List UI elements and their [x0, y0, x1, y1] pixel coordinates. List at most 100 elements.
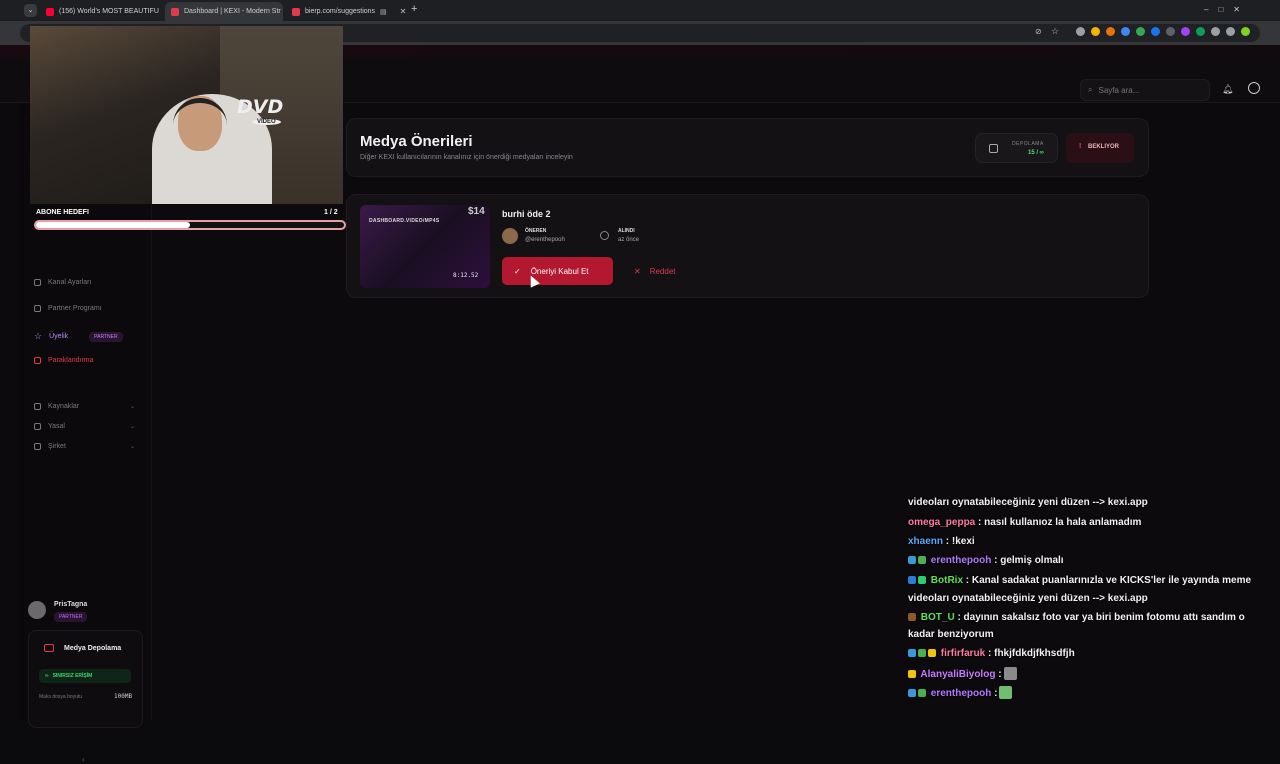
- sidebar-section-resources[interactable]: Kaynaklar: [34, 403, 79, 410]
- chat-badge-icon: [908, 649, 916, 657]
- chat-message: videoları oynatabileceğiniz yeni düzen -…: [908, 497, 1148, 508]
- extension-icon[interactable]: [1166, 27, 1175, 36]
- chat-badge-icon: [918, 689, 926, 697]
- extension-icon[interactable]: [1121, 27, 1130, 36]
- extension-icon[interactable]: [1136, 27, 1145, 36]
- avatar[interactable]: [28, 601, 46, 619]
- media-suggestions-header-card: Medya Önerileri Diğer KEXI kullanıcıları…: [346, 118, 1149, 177]
- search-placeholder: Sayfa ara...: [1098, 85, 1140, 95]
- suggester-label: ÖNEREN: [525, 228, 547, 234]
- reject-label: Reddet: [649, 266, 676, 276]
- media-storage-card: Medya Depolama ∞ SINIRSIZ ERİŞİM Maks do…: [28, 630, 143, 728]
- sidebar-item-channel-settings[interactable]: Kanal Ayarları: [34, 279, 91, 286]
- extension-icon[interactable]: [1181, 27, 1190, 36]
- check-icon: ✓: [514, 266, 521, 276]
- sidebar-item-label: Kanal Ayarları: [48, 279, 92, 286]
- database-icon: [989, 144, 998, 153]
- received-value: az önce: [618, 237, 640, 243]
- tab-title: Dashboard | KEXI - Modern Str: [184, 8, 281, 15]
- partner-badge: PARTNER: [89, 331, 123, 342]
- building-icon: [34, 443, 41, 450]
- chat-username[interactable]: AlanyaliBiyolog: [918, 669, 995, 680]
- alert-icon: !: [1079, 143, 1082, 150]
- chat-username[interactable]: firfirfaruk: [938, 648, 985, 659]
- tab-search-icon[interactable]: ⌄: [24, 4, 37, 17]
- bell-icon[interactable]: 🔔︎: [1222, 84, 1233, 95]
- close-tab-icon[interactable]: ✕: [400, 7, 406, 16]
- sidebar-section-label: Kaynaklar: [48, 403, 80, 410]
- sub-goal-progress-fill: [36, 222, 190, 228]
- thumbnail-label: DASHBOARD.VIDEO/MP4S: [369, 218, 440, 224]
- browser-tab-suggestions[interactable]: bierp.com/suggestions ▤ ✕: [286, 2, 406, 21]
- sidebar-item-monetization[interactable]: Paraklandırma: [34, 357, 94, 364]
- dvd-logo-sub: VIDEO: [252, 119, 281, 125]
- chat-badge-icon: [908, 689, 916, 697]
- chat-username[interactable]: omega_peppa: [908, 517, 975, 528]
- page-title: Medya Önerileri: [360, 133, 473, 150]
- extension-icon[interactable]: [1211, 27, 1220, 36]
- thumbnail-number: $14: [468, 206, 485, 217]
- accept-label: Öneriyi Kabul Et: [530, 266, 589, 276]
- extension-icon[interactable]: [1241, 27, 1250, 36]
- chevron-down-icon[interactable]: ⌄: [130, 403, 135, 410]
- sidebar-section-legal[interactable]: Yasal: [34, 423, 65, 430]
- pending-filter-button[interactable]: ! BEKLIYOR: [1066, 133, 1134, 163]
- chat-username[interactable]: erenthepooh: [928, 688, 992, 699]
- chat-message: erenthepooh : gelmiş olmalı: [908, 555, 1064, 566]
- chat-badge-icon: [918, 649, 926, 657]
- pending-label: BEKLIYOR: [1088, 144, 1120, 150]
- sub-goal-label: ABONE HEDEFI: [36, 209, 89, 216]
- sidebar-section-company[interactable]: Şirket: [34, 443, 66, 450]
- search-input[interactable]: ⌕ Sayfa ara...: [1080, 79, 1210, 101]
- sidebar-item-label: Partner Programı: [48, 305, 102, 312]
- unlimited-access-badge: ∞ SINIRSIZ ERİŞİM: [39, 669, 131, 683]
- avatar: [502, 228, 518, 244]
- extension-icon[interactable]: [1226, 27, 1235, 36]
- chat-badge-icon: [908, 556, 916, 564]
- star-icon: ☆: [34, 331, 43, 341]
- max-size-label: Maks dosya boyutu: [39, 694, 83, 700]
- chat-badge-icon: [918, 576, 926, 584]
- tab-title: bierp.com/suggestions: [305, 8, 376, 15]
- trophy-icon: [34, 305, 41, 312]
- chat-username[interactable]: xhaenn: [908, 536, 943, 547]
- browser-tab-youtube[interactable]: (156) World's MOST BEAUTIFU ✕: [40, 2, 160, 21]
- suggestion-card: DASHBOARD.VIDEO/MP4S $14 8:12.52 burhi ö…: [346, 194, 1149, 298]
- chat-username[interactable]: BotRix: [928, 575, 963, 586]
- window-controls[interactable]: –□✕: [1204, 5, 1264, 14]
- star-icon[interactable]: ☆: [1051, 26, 1059, 37]
- suggester-name: @erenthepooh: [525, 237, 565, 243]
- eye-off-icon[interactable]: ⊘: [1035, 27, 1042, 36]
- storage-icon: [44, 644, 54, 652]
- chat-text: videoları oynatabileceğiniz yeni düzen -…: [908, 593, 1148, 604]
- max-size-value: 100MB: [114, 693, 133, 700]
- video-duration: 8:12.52: [453, 272, 479, 279]
- extension-icon[interactable]: [1076, 27, 1085, 36]
- extension-icon[interactable]: [1151, 27, 1160, 36]
- extension-icon[interactable]: [1106, 27, 1115, 36]
- unlimited-label: SINIRSIZ ERİŞİM: [52, 673, 93, 679]
- accept-suggestion-button[interactable]: ✓ Öneriyi Kabul Et: [502, 257, 613, 285]
- chat-username[interactable]: BOT_U: [918, 612, 955, 623]
- chat-badge-icon: [918, 556, 926, 564]
- globe-icon[interactable]: [1248, 82, 1260, 94]
- extension-icon[interactable]: [1091, 27, 1100, 36]
- sidebar-item-membership[interactable]: ☆ Üyelik PARTNER: [34, 331, 123, 342]
- chevron-down-icon[interactable]: ⌄: [130, 423, 135, 430]
- chevron-down-icon[interactable]: ⌄: [130, 443, 135, 450]
- reject-button[interactable]: ✕ Reddet: [634, 257, 704, 285]
- audio-icon[interactable]: ▤: [380, 8, 387, 16]
- new-tab-button[interactable]: +: [411, 3, 417, 15]
- sidebar-item-partner-program[interactable]: Partner Programı: [34, 305, 102, 312]
- chat-username[interactable]: erenthepooh: [928, 555, 992, 566]
- tab-title: (156) World's MOST BEAUTIFU: [59, 8, 159, 15]
- video-title: burhi öde 2: [502, 209, 551, 219]
- video-thumbnail[interactable]: DASHBOARD.VIDEO/MP4S $14 8:12.52: [360, 205, 490, 288]
- storage-stat-value: 15 / ∞: [1028, 150, 1044, 156]
- collapse-sidebar-icon[interactable]: ‹: [82, 755, 85, 764]
- browser-tab-dashboard[interactable]: Dashboard | KEXI - Modern Str ✕: [165, 2, 283, 21]
- extension-icon[interactable]: [1196, 27, 1205, 36]
- sub-goal-progress-bar: [34, 220, 346, 230]
- chat-text: : gelmiş olmalı: [991, 555, 1064, 566]
- chat-message: BOT_U : dayının sakalsız foto var ya bir…: [908, 612, 1245, 623]
